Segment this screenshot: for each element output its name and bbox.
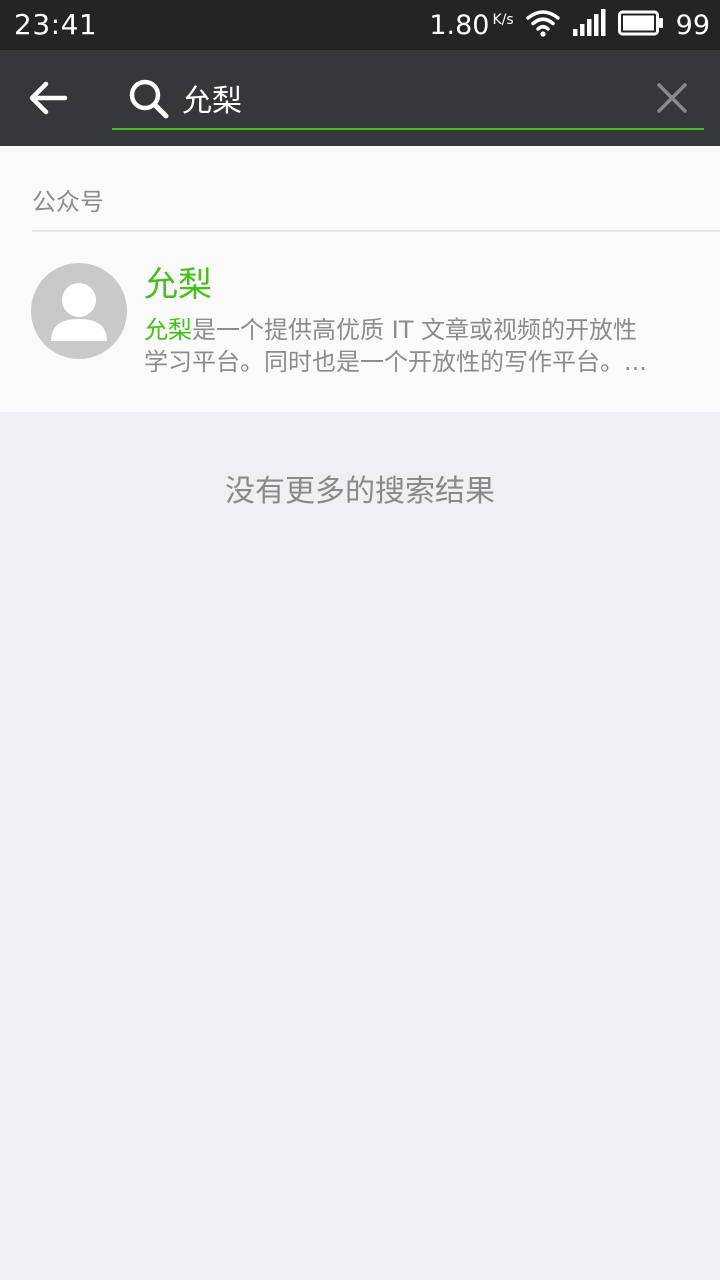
search-toolbar [0, 50, 720, 146]
battery-level: 99 [675, 9, 710, 41]
search-box [112, 68, 704, 130]
desc-line2: 学习平台。同时也是一个开放性的写作平台。... [144, 348, 647, 376]
network-speed-unit: K/s [492, 11, 514, 28]
network-speed: 1.80 K/s [429, 10, 513, 41]
network-speed-value: 1.80 [429, 9, 490, 41]
status-time: 23:41 [14, 8, 98, 41]
close-icon [657, 83, 687, 113]
battery-icon [617, 10, 664, 40]
result-name: 允梨 [144, 265, 212, 305]
section-title: 公众号 [32, 188, 104, 216]
signal-icon [572, 9, 606, 41]
search-results: 公众号 允梨 允梨是一个提供高优质 IT 文章或视频的开放性 学习平台。同时也是一… [0, 146, 720, 412]
desc-highlight: 允梨 [144, 316, 192, 344]
status-indicators: 1.80 K/s 99 [429, 6, 710, 44]
default-avatar-icon [51, 283, 107, 341]
clear-search-button[interactable] [650, 76, 694, 120]
status-bar: 23:41 1.80 K/s 99 [0, 0, 720, 50]
result-description: 允梨是一个提供高优质 IT 文章或视频的开放性学习平台。同时也是一个开放性的写作… [144, 314, 684, 378]
result-item[interactable]: 允梨 允梨是一个提供高优质 IT 文章或视频的开放性 学习平台。同时也是一个开放性… [0, 232, 720, 412]
desc-line1: 是一个提供高优质 IT 文章或视频的开放性 [192, 316, 637, 344]
no-more-results: 没有更多的搜索结果 [225, 474, 495, 509]
wifi-icon [525, 9, 560, 41]
arrow-left-icon [29, 81, 68, 115]
search-input[interactable] [182, 76, 622, 120]
avatar [31, 263, 127, 359]
search-icon [129, 79, 169, 119]
back-button[interactable] [22, 72, 74, 124]
